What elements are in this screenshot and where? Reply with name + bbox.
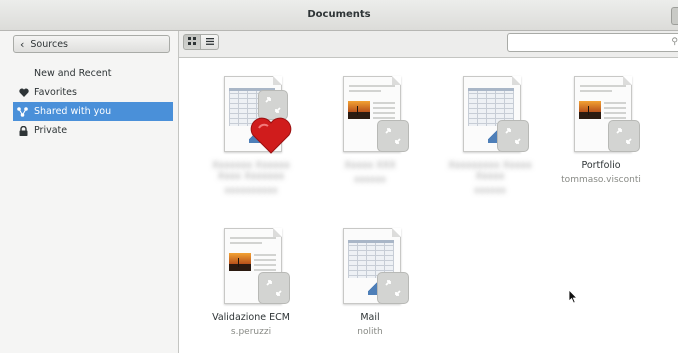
title-bar[interactable]: Documents xyxy=(0,0,678,31)
sidebar-item-shared-with-you[interactable]: Shared with you xyxy=(13,102,173,121)
toolbar: ⚲ xyxy=(179,31,678,58)
shared-badge-icon xyxy=(608,120,640,152)
document-tile[interactable]: Xxxxxxxxx Xxxxx Xxxxx xxxxxx xyxy=(430,74,550,196)
mouse-cursor-icon xyxy=(568,289,578,304)
document-tile[interactable]: Xxxxxxx Xxxxxx Xxxx Xxxxxxx xxxxxxxxxx xyxy=(191,74,311,196)
document-owner: nolith xyxy=(357,327,383,337)
sidebar-item-label: Favorites xyxy=(34,87,77,98)
document-tile[interactable]: Mail nolith xyxy=(310,226,430,337)
heart-icon xyxy=(18,87,29,98)
document-name: Xxxxx XXX xyxy=(344,160,396,171)
sidebar-item-favorites[interactable]: Favorites xyxy=(0,83,173,102)
document-name: Mail xyxy=(360,312,380,323)
document-thumbnail-icon xyxy=(566,74,640,154)
document-grid: Xxxxxxx Xxxxxx Xxxx Xxxxxxx xxxxxxxxxx Xx… xyxy=(179,58,678,353)
shared-badge-icon xyxy=(377,120,409,152)
view-switcher xyxy=(183,34,219,50)
spreadsheet-thumbnail-icon xyxy=(335,226,409,306)
document-owner: xxxxxx xyxy=(474,186,506,196)
document-owner: xxxxxx xyxy=(354,175,386,185)
lock-icon xyxy=(18,125,29,136)
document-name: Xxxxxxx Xxxxxx Xxxx Xxxxxxx xyxy=(212,160,290,182)
document-tile[interactable]: Portfolio tommaso.visconti xyxy=(541,74,661,185)
document-tile[interactable]: Xxxxx XXX xxxxxx xyxy=(310,74,430,185)
share-icon xyxy=(17,106,28,117)
sources-back-button[interactable]: ‹ Sources xyxy=(13,35,170,53)
sidebar-list: New and Recent Favorites Shared with you… xyxy=(0,64,173,140)
list-view-button[interactable] xyxy=(201,34,219,50)
search-icon: ⚲ xyxy=(671,37,678,47)
window-title: Documents xyxy=(307,9,371,20)
grid-view-icon xyxy=(188,36,196,48)
sidebar-item-private[interactable]: Private xyxy=(0,121,173,140)
chevron-left-icon: ‹ xyxy=(20,37,25,51)
shared-badge-icon xyxy=(377,272,409,304)
document-name: Validazione ECM xyxy=(212,312,290,323)
document-name: Portfolio xyxy=(581,160,621,171)
shared-badge-icon xyxy=(258,272,290,304)
spreadsheet-thumbnail-icon xyxy=(216,74,292,154)
document-owner: xxxxxxxxxx xyxy=(224,186,278,196)
sidebar: ‹ Sources New and Recent Favorites Share… xyxy=(0,31,179,353)
grid-view-button[interactable] xyxy=(183,34,201,50)
sidebar-item-label: Shared with you xyxy=(34,106,112,117)
shared-badge-icon xyxy=(497,120,529,152)
spreadsheet-thumbnail-icon xyxy=(455,74,529,154)
sources-button-label: Sources xyxy=(30,38,68,50)
sidebar-item-label: Private xyxy=(34,125,68,136)
favorite-heart-icon xyxy=(250,117,292,154)
document-tile[interactable]: Validazione ECM s.peruzzi xyxy=(191,226,311,337)
search-input[interactable]: ⚲ xyxy=(507,33,678,52)
sidebar-item-label: New and Recent xyxy=(34,68,112,79)
list-view-icon xyxy=(205,37,214,48)
document-owner: tommaso.visconti xyxy=(561,175,641,185)
window-control[interactable] xyxy=(671,7,678,25)
document-name: Xxxxxxxxx Xxxxx Xxxxx xyxy=(448,160,532,182)
document-thumbnail-icon xyxy=(216,226,290,306)
document-owner: s.peruzzi xyxy=(230,327,272,337)
sidebar-item-new-and-recent[interactable]: New and Recent xyxy=(0,64,173,83)
document-thumbnail-icon xyxy=(335,74,409,154)
